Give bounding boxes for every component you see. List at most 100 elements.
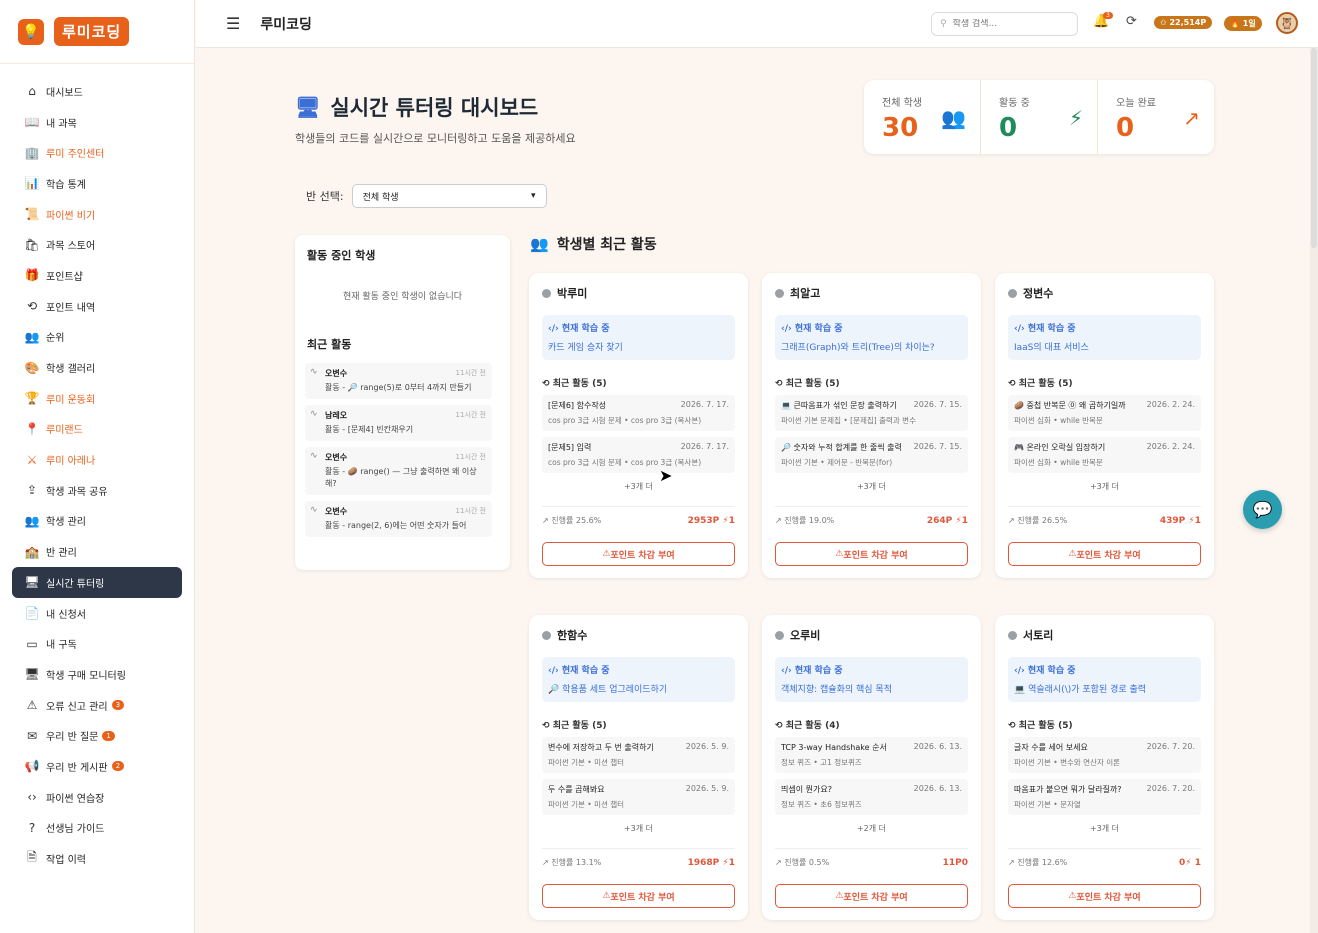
class-select-row: 반 선택: 전체 학생 ▾ (306, 184, 547, 208)
more-link[interactable]: +3개 더 (1008, 481, 1201, 492)
activity-time: 11시간 전 (455, 507, 486, 515)
recent-item[interactable]: 🥔 중첩 반복문 ⓪ 왜 곱하기일까 2026. 2. 24. 파이썬 심화 • w… (1008, 395, 1201, 431)
recent-item[interactable]: 글자 수를 세어 보세요 2026. 7. 20. 파이썬 기본 • 변수와 연산자… (1008, 737, 1201, 773)
recent-item[interactable]: 띄셈이 뭔가요? 2026. 6. 13. 정보 퀴즈 • 초6 정보퀴즈 (775, 779, 968, 815)
recent-item[interactable]: 🎮 온라인 오락실 입장하기 2026. 2. 24. 파이썬 심화 • while… (1008, 437, 1201, 473)
sidebar-item-14[interactable]: 👥 학생 관리 (0, 506, 182, 537)
logo[interactable]: 💡 루미코딩 (0, 0, 194, 64)
more-link[interactable]: +3개 더 (1008, 823, 1201, 834)
more-link[interactable]: +3개 더 (542, 823, 735, 834)
sidebar-item-2[interactable]: 🏢 루미 주인센터 (0, 137, 182, 168)
sidebar-item-10[interactable]: 🏆 루미 운동회 (0, 383, 182, 414)
page-scrollbar[interactable] (1310, 48, 1318, 933)
refresh-icon[interactable]: ⟳ (1126, 14, 1137, 29)
sidebar-item-6[interactable]: 🎁 포인트샵 (0, 260, 182, 291)
store-icon: 🛍 (24, 237, 40, 252)
map-pin-icon: 📍 (24, 421, 40, 436)
sidebar-item-7[interactable]: ⟲ 포인트 내역 (0, 291, 182, 322)
code-icon: ‹/› (1014, 324, 1028, 334)
class-select-label: 반 선택: (306, 190, 344, 203)
sidebar-item-label: 학생 과목 공유 (46, 486, 108, 498)
recent-label: 최근 활동 (5) (1018, 379, 1073, 389)
progress-row: ↗ 진행률 25.6% (542, 515, 601, 526)
activity-item[interactable]: ∿ 오변수 11시간 전 활동 - 🥔 range() — 그냥 출력하면 왜 이상해… (305, 447, 492, 495)
warning-icon: ⚠ (835, 891, 844, 901)
chat-icon[interactable]: 💬 (1243, 490, 1282, 529)
sidebar-item-1[interactable]: 📖 내 과목 (0, 107, 182, 138)
sidebar-item-5[interactable]: 🛍 과목 스토어 (0, 229, 182, 260)
history-icon: ⟲ (1008, 379, 1019, 389)
sidebar-item-23[interactable]: ‹› 파이썬 연습장 (0, 782, 182, 813)
sidebar-item-22[interactable]: 📢 우리 반 게시판 2 (0, 751, 182, 782)
document-icon: 📄 (24, 606, 40, 621)
search-input[interactable] (952, 19, 1063, 29)
activity-icon: ∿ (310, 409, 318, 419)
sidebar-item-8[interactable]: 👥 순위 (0, 322, 182, 353)
activity-item[interactable]: ∿ 오변수 11시간 전 활동 - 🔎 range(5)로 0부터 4까지 만들기 (305, 363, 492, 399)
sidebar-item-label: 내 구독 (46, 640, 77, 652)
sidebar-item-0[interactable]: ⌂ 대시보드 (0, 76, 182, 107)
student-card: 오루비 ‹/› 현재 학습 중 객체지향: 캡슐화의 핵심 목적 ⟲ 최근 활동 … (762, 615, 981, 920)
point-adjust-button[interactable]: ⚠ 포인트 차감 부여 (1008, 542, 1201, 566)
sidebar-item-25[interactable]: 🗎 작업 이력 (0, 843, 182, 874)
search-box[interactable]: ⚲ (931, 12, 1078, 36)
student-card: 서토리 ‹/› 현재 학습 중 💻 역슬래시(\)가 포함된 경로 출력 ⟲ 최근… (995, 615, 1214, 920)
sidebar-item-16[interactable]: 🖥 실시간 튜터링 (12, 567, 182, 598)
users-icon: 👥 (530, 235, 549, 253)
avatar[interactable]: 🦉 (1276, 12, 1298, 34)
book-icon: 📖 (24, 115, 40, 130)
point-adjust-button[interactable]: ⚠ 포인트 차감 부여 (1008, 884, 1201, 908)
activity-item[interactable]: ∿ 남레오 11시간 전 활동 - [문제4] 빈칸채우기 (305, 405, 492, 441)
recent-item[interactable]: TCP 3-way Handshake 순서 2026. 6. 13. 정보 퀴즈 … (775, 737, 968, 773)
sidebar-item-24[interactable]: ? 선생님 가이드 (0, 813, 182, 844)
share-icon: ⇪ (26, 483, 38, 498)
progress-row: ↗ 진행률 13.1% (542, 857, 601, 868)
points-badge[interactable]: ✩ 22,514P (1154, 16, 1213, 29)
streak-badge[interactable]: 🔥 1일 (1224, 16, 1262, 31)
more-link[interactable]: +2개 더 (775, 823, 968, 834)
history-icon: ⟲ (26, 299, 38, 314)
activity-item[interactable]: ∿ 오변수 11시간 전 활동 - range(2, 6)에는 어떤 숫자가 들어 (305, 501, 492, 537)
recent-item[interactable]: [문제6] 함수작성 2026. 7. 17. cos pro 3급 시험 문제 •… (542, 395, 735, 431)
sidebar-item-15[interactable]: 🏫 반 관리 (0, 536, 182, 567)
learning-label-row: ‹/› 현재 학습 중 (781, 321, 962, 334)
more-link[interactable]: +3개 더 (775, 481, 968, 492)
recent-item[interactable]: 따옴표가 붙으면 뭐가 달라질까? 2026. 7. 20. 파이썬 기본 • 문자… (1008, 779, 1201, 815)
sidebar-item-18[interactable]: ▭ 내 구독 (0, 628, 182, 659)
recent-item[interactable]: 변수에 저장하고 두 번 출력하기 2026. 5. 9. 파이썬 기본 • 미션 … (542, 737, 735, 773)
sidebar-item-13[interactable]: ⇪ 학생 과목 공유 (0, 475, 182, 506)
sidebar-item-19[interactable]: 🖥 학생 구매 모니터링 (0, 659, 182, 690)
recent-item-date: 2026. 5. 9. (685, 784, 729, 793)
sidebar-item-9[interactable]: 🎨 학생 갤러리 (0, 352, 182, 383)
recent-item[interactable]: 🔎 숫자와 누적 합계를 한 줄씩 출력 2026. 7. 15. 파이썬 기본 •… (775, 437, 968, 473)
point-adjust-button[interactable]: ⚠ 포인트 차감 부여 (542, 542, 735, 566)
history-icon: ⟲ (542, 379, 553, 389)
sidebar-item-17[interactable]: 📄 내 신청서 (0, 598, 182, 629)
sidebar-item-12[interactable]: ⚔ 루미 아레나 (0, 444, 182, 475)
sidebar-item-11[interactable]: 📍 루미랜드 (0, 414, 182, 445)
recent-item[interactable]: 두 수를 곱해봐요 2026. 5. 9. 파이썬 기본 • 미션 챕터 (542, 779, 735, 815)
mouse-cursor-icon: ➤ (659, 466, 673, 485)
sidebar-item-label: 우리 반 게시판 (46, 762, 108, 774)
recent-item[interactable]: [문제5] 입력 2026. 7. 17. cos pro 3급 시험 문제 • c… (542, 437, 735, 473)
class-select[interactable]: 전체 학생 ▾ (351, 184, 547, 208)
sidebar-item-21[interactable]: ✉ 우리 반 질문 1 (0, 720, 182, 751)
button-label: 포인트 차감 부여 (1076, 892, 1141, 903)
point-adjust-button[interactable]: ⚠ 포인트 차감 부여 (775, 542, 968, 566)
sidebar-item-20[interactable]: ⚠ 오류 신고 관리 3 (0, 690, 182, 721)
point-adjust-button[interactable]: ⚠ 포인트 차감 부여 (542, 884, 735, 908)
point-adjust-button[interactable]: ⚠ 포인트 차감 부여 (775, 884, 968, 908)
activity-text: 활동 - [문제4] 빈칸채우기 (325, 425, 414, 434)
progress-row: ↗ 진행률 0.5% (775, 857, 829, 868)
warning-icon: ⚠ (1068, 891, 1077, 901)
card-footer: ↗ 진행률 25.6% 2953P ⚡1 (542, 506, 735, 526)
sidebar-item-4[interactable]: 📜 파이썬 비기 (0, 199, 182, 230)
monitor-icon: 🖥 (24, 575, 40, 590)
sidebar: 💡 루미코딩 ⌂ 대시보드 📖 내 과목 🏢 루미 주인센터 📊 학습 통계 📜 파이썬 비기 🛍 과… (0, 0, 195, 933)
recent-item[interactable]: 💻 큰따옴표가 섞인 문장 출력하기 2026. 7. 15. 파이썬 기본 문제집… (775, 395, 968, 431)
more-link[interactable]: +3개 더 (542, 481, 735, 492)
trending-up-icon: ↗ (775, 858, 785, 867)
stat-card: 활동 중 0 ⚡ (981, 80, 1098, 154)
sidebar-item-3[interactable]: 📊 학습 통계 (0, 168, 182, 199)
menu-icon[interactable]: ☰ (226, 14, 240, 33)
